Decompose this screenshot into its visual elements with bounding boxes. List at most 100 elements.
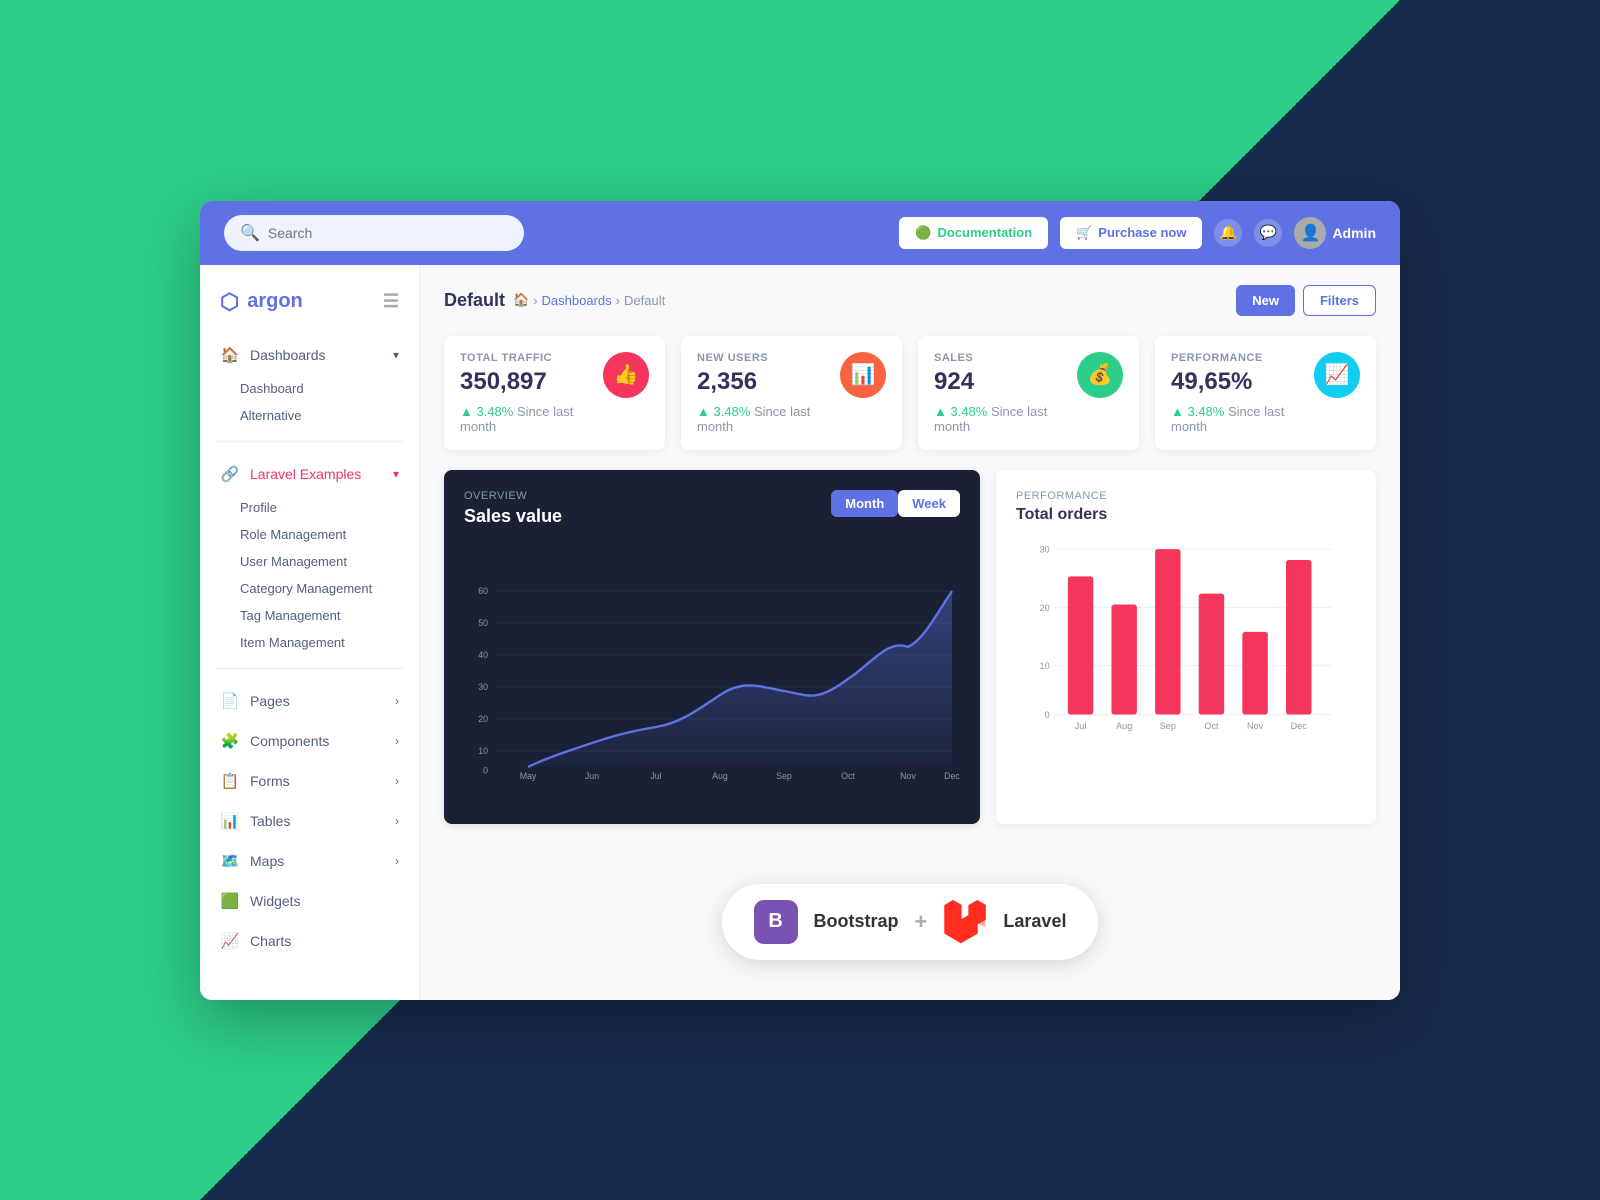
notification-button[interactable]: 🔔 [1214, 219, 1242, 247]
sidebar-item-profile[interactable]: Profile [220, 494, 419, 521]
stat-value-users: 2,356 [697, 368, 840, 396]
maps-label: Maps [250, 853, 284, 869]
orders-chart-title: Total orders [1016, 506, 1356, 524]
sidebar-item-item-management[interactable]: Item Management [220, 629, 419, 656]
chevron-right-maps: › [395, 854, 399, 868]
bar-aug [1111, 604, 1136, 714]
svg-text:30: 30 [1040, 544, 1050, 554]
menu-toggle[interactable]: ☰ [383, 291, 399, 312]
documentation-button[interactable]: 🟢 Documentation [899, 217, 1048, 249]
stat-label-sales: SALES [934, 352, 1077, 364]
sidebar-item-components[interactable]: 🧩 Components › [200, 721, 419, 761]
svg-text:Nov: Nov [900, 771, 916, 781]
new-button[interactable]: New [1236, 285, 1295, 316]
tables-label: Tables [250, 813, 290, 829]
search-bar[interactable]: 🔍 [224, 215, 524, 251]
sidebar-item-dashboard[interactable]: Dashboard [220, 375, 419, 402]
admin-menu[interactable]: 👤 Admin [1294, 217, 1376, 249]
bar-chart-svg: 30 20 10 0 [1016, 540, 1356, 740]
stat-icon-traffic: 👍 [603, 352, 649, 398]
maps-icon: 🗺️ [220, 851, 240, 871]
stat-info-performance: PERFORMANCE 49,65% ▲ 3.48% Since last mo… [1171, 352, 1314, 434]
widgets-icon: 🟩 [220, 891, 240, 911]
svg-text:60: 60 [478, 586, 488, 596]
chevron-down-icon: ▾ [393, 348, 399, 362]
stat-info-users: NEW USERS 2,356 ▲ 3.48% Since last month [697, 352, 840, 434]
svg-text:Oct: Oct [841, 771, 855, 781]
charts-icon: 📈 [220, 931, 240, 951]
sidebar-item-role-management[interactable]: Role Management [220, 521, 419, 548]
svg-text:10: 10 [478, 746, 488, 756]
sidebar-section-dashboards: 🏠 Dashboards ▾ Dashboard Alternative [200, 331, 419, 433]
breadcrumb-default: Default [624, 293, 665, 308]
svg-text:0: 0 [1045, 710, 1050, 720]
sales-chart-header: OVERVIEW Sales value Month Week [464, 490, 960, 543]
widgets-label: Widgets [250, 893, 301, 909]
dashboards-icon: 🏠 [220, 345, 240, 365]
sidebar-item-user-management[interactable]: User Management [220, 548, 419, 575]
orders-section-label: PERFORMANCE [1016, 490, 1356, 502]
doc-icon: 🟢 [915, 225, 931, 241]
sidebar-item-widgets[interactable]: 🟩 Widgets [200, 881, 419, 921]
logo-text: argon [247, 290, 303, 313]
laravel-icon [943, 900, 987, 944]
sidebar-item-category-management[interactable]: Category Management [220, 575, 419, 602]
stat-label-performance: PERFORMANCE [1171, 352, 1314, 364]
chevron-right-pages: › [395, 694, 399, 708]
stat-label-traffic: TOTAL TRAFFIC [460, 352, 603, 364]
sidebar-sub-laravel: Profile Role Management User Management … [200, 494, 419, 656]
plus-separator: + [915, 909, 928, 935]
sidebar-item-dashboards[interactable]: 🏠 Dashboards ▾ [200, 335, 419, 375]
user-management-label: User Management [240, 554, 347, 569]
avatar: 👤 [1294, 217, 1326, 249]
svg-text:Dec: Dec [1291, 721, 1308, 731]
svg-text:50: 50 [478, 618, 488, 628]
components-icon: 🧩 [220, 731, 240, 751]
components-label: Components [250, 733, 329, 749]
svg-text:Jun: Jun [585, 771, 599, 781]
svg-text:Sep: Sep [1160, 721, 1176, 731]
sidebar-item-maps[interactable]: 🗺️ Maps › [200, 841, 419, 881]
sidebar-item-tag-management[interactable]: Tag Management [220, 602, 419, 629]
chevron-down-icon-laravel: ▾ [393, 467, 399, 481]
svg-text:May: May [520, 771, 537, 781]
month-button[interactable]: Month [831, 490, 898, 517]
svg-text:40: 40 [478, 650, 488, 660]
role-management-label: Role Management [240, 527, 346, 542]
filters-button[interactable]: Filters [1303, 285, 1376, 316]
stat-value-sales: 924 [934, 368, 1077, 396]
sidebar-item-alternative[interactable]: Alternative [220, 402, 419, 429]
sidebar-divider-2 [216, 668, 403, 669]
sales-chart-section-label: OVERVIEW [464, 490, 562, 502]
admin-label: Admin [1332, 225, 1376, 241]
stat-value-traffic: 350,897 [460, 368, 603, 396]
stat-value-performance: 49,65% [1171, 368, 1314, 396]
sidebar-item-forms[interactable]: 📋 Forms › [200, 761, 419, 801]
stat-change-sales: ▲ 3.48% Since last month [934, 404, 1077, 434]
sidebar-item-tables[interactable]: 📊 Tables › [200, 801, 419, 841]
svg-text:Jul: Jul [650, 771, 661, 781]
stat-card-performance: PERFORMANCE 49,65% ▲ 3.48% Since last mo… [1155, 336, 1376, 450]
forms-icon: 📋 [220, 771, 240, 791]
sidebar: ⬡ argon ☰ 🏠 Dashboards ▾ Dashboard Alter… [200, 265, 420, 1000]
sidebar-section-laravel: 🔗 Laravel Examples ▾ Profile Role Manage… [200, 450, 419, 660]
search-icon: 🔍 [240, 223, 260, 243]
stat-card-sales: SALES 924 ▲ 3.48% Since last month 💰 [918, 336, 1139, 450]
forms-label: Forms [250, 773, 290, 789]
purchase-button[interactable]: 🛒 Purchase now [1060, 217, 1202, 249]
svg-text:0: 0 [483, 765, 488, 775]
search-input[interactable] [268, 225, 508, 241]
svg-text:10: 10 [1040, 661, 1050, 671]
svg-text:Oct: Oct [1204, 721, 1219, 731]
chart-toggle: Month Week [831, 490, 960, 517]
sidebar-item-charts[interactable]: 📈 Charts [200, 921, 419, 961]
week-button[interactable]: Week [898, 490, 960, 517]
stat-change-performance: ▲ 3.48% Since last month [1171, 404, 1314, 434]
sidebar-logo: ⬡ argon ☰ [200, 281, 419, 331]
sidebar-item-pages[interactable]: 📄 Pages › [200, 681, 419, 721]
charts-row: OVERVIEW Sales value Month Week [444, 470, 1376, 824]
breadcrumb-dashboards[interactable]: Dashboards [542, 293, 612, 308]
sidebar-item-laravel-examples[interactable]: 🔗 Laravel Examples ▾ [200, 454, 419, 494]
messages-button[interactable]: 💬 [1254, 219, 1282, 247]
svg-text:20: 20 [478, 714, 488, 724]
